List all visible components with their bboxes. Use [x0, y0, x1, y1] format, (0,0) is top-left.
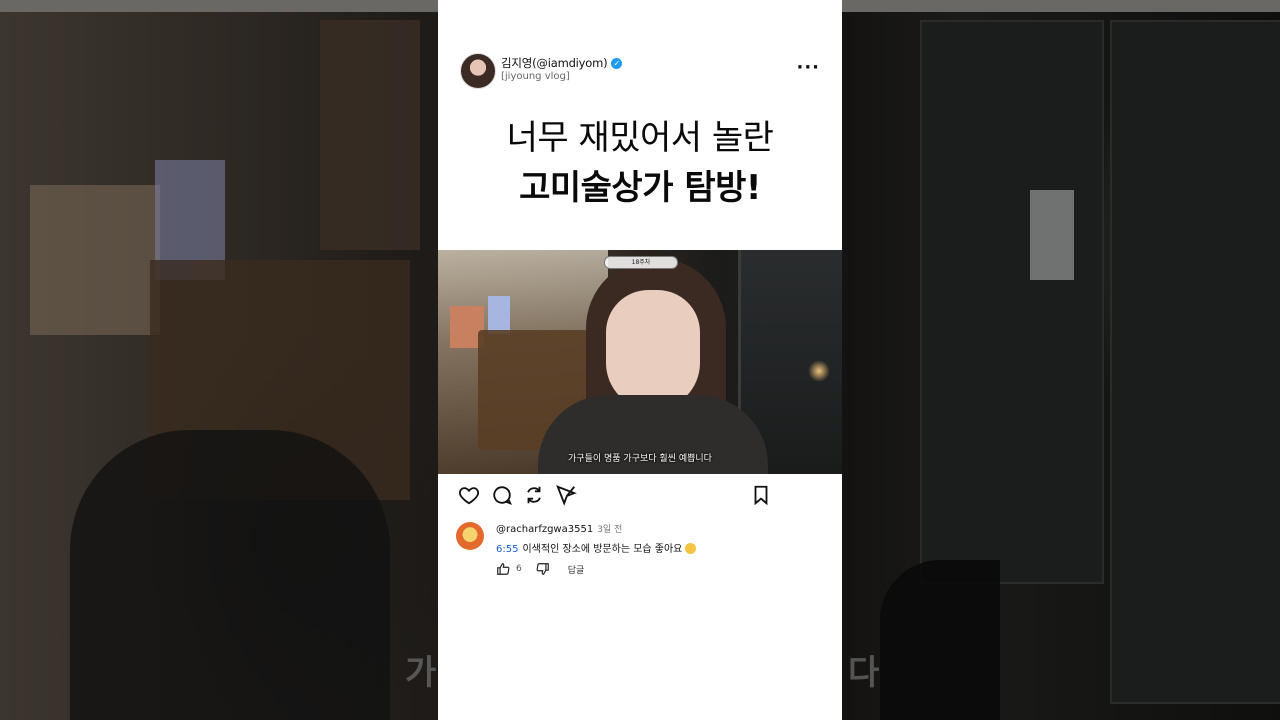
- thumbs-down-icon[interactable]: [536, 562, 550, 576]
- repost-icon[interactable]: [523, 484, 545, 506]
- video-poster: [488, 296, 510, 334]
- comment-actions: 6 답글: [496, 562, 584, 576]
- post-card: 김지영(@iamdiyom) ✓ [jiyoung vlog] ··· 너무 재…: [438, 0, 842, 720]
- send-icon[interactable]: [555, 484, 577, 506]
- comment-header: @racharfzgwa3551 3일 전: [496, 522, 622, 535]
- background-poster: [30, 185, 160, 335]
- video-badge: 18주차: [604, 256, 678, 269]
- background-subtitle-left: 가: [405, 653, 437, 693]
- comment-timestamp-link[interactable]: 6:55: [496, 544, 518, 555]
- bookmark-icon[interactable]: [750, 484, 772, 506]
- comment-text: 이색적인 장소에 방문하는 모습 좋아요: [522, 544, 683, 555]
- author-avatar[interactable]: [460, 53, 496, 89]
- more-options-icon[interactable]: ···: [796, 57, 820, 78]
- author-row: 김지영(@iamdiyom) ✓: [501, 55, 623, 71]
- like-count: 6: [516, 564, 522, 574]
- comment-icon[interactable]: [491, 484, 513, 506]
- video-person-face: [606, 290, 700, 410]
- video-caption: 가구들이 명품 가구보다 훨씬 예쁩니다: [568, 454, 712, 464]
- heart-icon[interactable]: [458, 484, 480, 506]
- reply-button[interactable]: 답글: [568, 563, 585, 576]
- post-headline: 너무 재밌어서 놀란 고미술상가 탐방!: [438, 113, 842, 213]
- video-lamp: [808, 360, 830, 382]
- background-hair: [880, 560, 1000, 720]
- post-header: 김지영(@iamdiyom) ✓ [jiyoung vlog] ···: [460, 53, 830, 89]
- background-subtitle-right: 다: [848, 653, 880, 693]
- commenter-avatar[interactable]: [456, 522, 484, 550]
- comment-body: 6:55 이색적인 장소에 방문하는 모습 좋아요: [496, 540, 697, 555]
- headline-line-2: 고미술상가 탐방!: [519, 168, 761, 208]
- post-video[interactable]: 18주차 가구들이 명품 가구보다 훨씬 예쁩니다: [438, 250, 842, 474]
- background-sign: [1030, 190, 1074, 280]
- author-subtitle: [jiyoung vlog]: [501, 71, 570, 82]
- comment-time: 3일 전: [597, 525, 623, 535]
- background-jacket: [70, 430, 390, 720]
- post-actions: [458, 484, 772, 506]
- smile-emoji-icon: [685, 543, 697, 554]
- background-furniture: [320, 20, 420, 250]
- commenter-username[interactable]: @racharfzgwa3551: [496, 524, 593, 535]
- headline-line-1: 너무 재밌어서 놀란: [506, 118, 774, 158]
- verified-icon: ✓: [611, 57, 623, 69]
- background-glass: [1110, 20, 1280, 704]
- author-name[interactable]: 김지영(@iamdiyom): [501, 55, 608, 71]
- thumbs-up-icon[interactable]: [496, 562, 510, 576]
- background-glass: [920, 20, 1104, 584]
